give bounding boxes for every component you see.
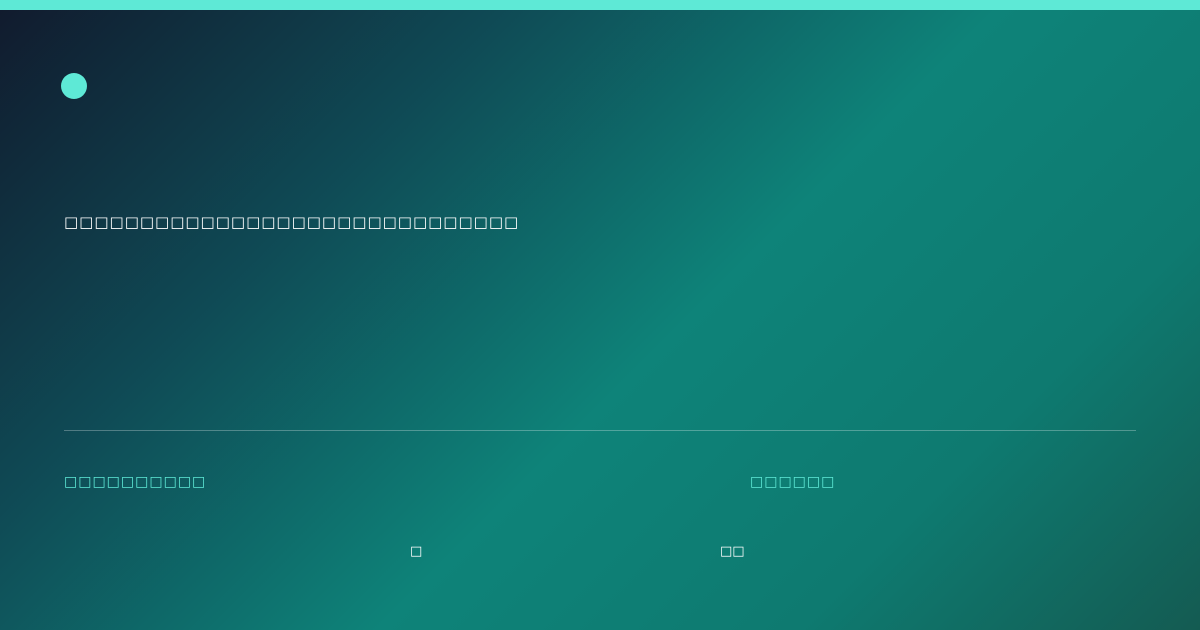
top-accent-strip	[0, 0, 1200, 10]
footer-glyph-b: □□	[720, 544, 745, 559]
footer-meta-right: □□□□□□	[750, 474, 836, 490]
footer-glyph-a: □	[410, 544, 423, 559]
divider	[64, 430, 1136, 431]
hero-headline: □□□□□□□□□□□□□□□□□□□□□□□□□□□□□□	[64, 213, 520, 231]
brand-dot-icon	[61, 73, 87, 99]
footer-meta-left: □□□□□□□□□□	[64, 474, 207, 490]
